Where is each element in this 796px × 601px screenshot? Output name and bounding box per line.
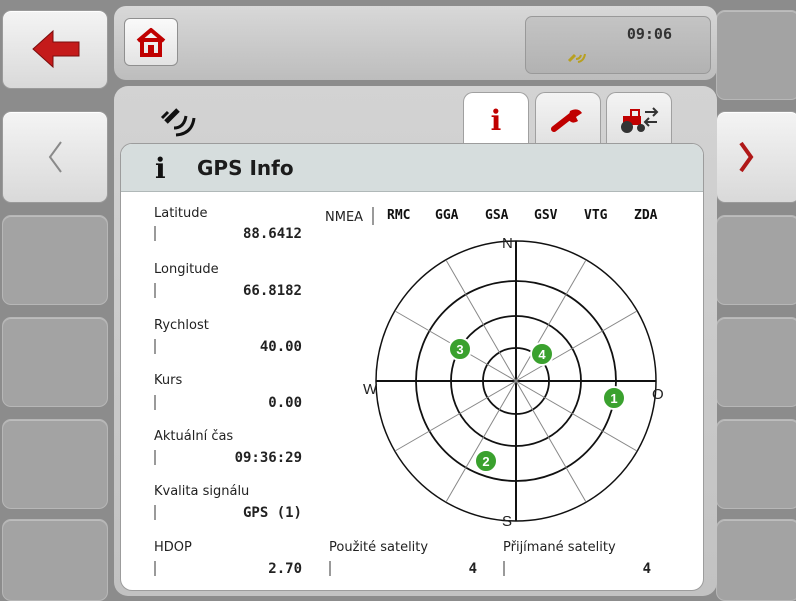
- satellite-marker-2: 2: [474, 449, 498, 473]
- nmea-gsv[interactable]: GSV: [534, 208, 557, 223]
- wrench-icon: [551, 109, 582, 132]
- satellite-marker-3: 3: [448, 337, 472, 361]
- speed-bar: [154, 339, 156, 354]
- nmea-rmc[interactable]: RMC: [387, 208, 410, 223]
- longitude-value: 66.8182: [242, 283, 302, 299]
- current-time-label: Aktuální čas: [154, 429, 234, 444]
- nmea-label: NMEA: [325, 210, 364, 225]
- softkey-left-6[interactable]: [2, 519, 108, 601]
- softkey-left-4[interactable]: [2, 317, 108, 407]
- compass-o: O: [652, 386, 664, 403]
- next-button[interactable]: [716, 111, 796, 203]
- latitude-label: Latitude: [154, 206, 208, 221]
- compass-n: N: [502, 235, 513, 252]
- radial-line: [394, 380, 517, 452]
- tab-tractor[interactable]: [606, 92, 672, 147]
- softkey-left-3[interactable]: [2, 215, 108, 305]
- satellite-marker-1: 1: [602, 386, 626, 410]
- used-satellites-label: Použité satelity: [329, 540, 429, 555]
- longitude-label: Longitude: [154, 262, 219, 277]
- arrow-left-icon: [32, 29, 80, 69]
- softkey-right-4[interactable]: [716, 317, 796, 407]
- radial-line: [445, 380, 517, 503]
- radial-line: [445, 259, 517, 382]
- chevron-left-icon: [48, 141, 62, 173]
- info-icon: i: [490, 103, 502, 137]
- card-title: GPS Info: [197, 156, 294, 180]
- latitude-value: 88.6412: [242, 226, 302, 242]
- satellite-id-1: 1: [610, 391, 617, 406]
- tab-info[interactable]: i: [463, 92, 529, 147]
- satellite-id-4: 4: [538, 347, 546, 362]
- satellite-marker-4: 4: [530, 342, 554, 366]
- longitude-bar: [154, 283, 156, 298]
- hdop-bar: [154, 561, 156, 576]
- hdop-label: HDOP: [154, 540, 192, 555]
- chevron-right-icon: [739, 141, 754, 173]
- nmea-vtg[interactable]: VTG: [584, 208, 607, 223]
- nmea-divider: [372, 207, 374, 225]
- satellite-id-3: 3: [456, 342, 463, 357]
- heading-bar: [154, 395, 156, 410]
- home-button[interactable]: [124, 18, 178, 66]
- latitude-bar: [154, 226, 156, 241]
- tractor-settings-icon: [621, 107, 659, 133]
- softkey-right-6[interactable]: [716, 519, 796, 601]
- signal-quality-value: GPS (1): [242, 505, 302, 521]
- received-satellites-bar: [503, 561, 505, 576]
- previous-button[interactable]: [2, 111, 108, 203]
- softkey-left-5[interactable]: [2, 419, 108, 509]
- current-time-value: 09:36:29: [234, 450, 302, 466]
- received-satellites-label: Přijímané satelity: [503, 540, 616, 555]
- tab-settings[interactable]: [535, 92, 601, 147]
- current-time-bar: [154, 450, 156, 465]
- heading-label: Kurs: [154, 373, 183, 388]
- hdop-value: 2.70: [268, 561, 302, 577]
- compass-w: W: [363, 381, 378, 398]
- signal-quality-bar: [154, 505, 156, 520]
- compass-s: S: [502, 513, 512, 530]
- card-header: i GPS Info: [121, 144, 703, 192]
- heading-value: 0.00: [268, 395, 302, 411]
- speed-value: 40.00: [259, 339, 302, 355]
- signal-quality-label: Kvalita signálu: [154, 484, 250, 499]
- nmea-gga[interactable]: GGA: [435, 208, 458, 223]
- used-satellites-bar: [329, 561, 331, 576]
- received-satellites-value: 4: [642, 561, 651, 577]
- used-satellites-value: 4: [468, 561, 477, 577]
- satellite-icon: [160, 108, 196, 137]
- status-panel: 09:06: [525, 16, 711, 74]
- clock-time: 09:06: [626, 25, 672, 43]
- satellite-id-2: 2: [482, 454, 489, 469]
- softkey-right-3[interactable]: [716, 215, 796, 305]
- radial-line: [515, 380, 587, 503]
- info-icon: i: [155, 152, 166, 185]
- gps-signal-icon: [567, 53, 586, 63]
- radial-line: [515, 259, 587, 382]
- speed-label: Rychlost: [154, 318, 209, 333]
- back-button[interactable]: [2, 10, 108, 89]
- home-icon: [136, 28, 166, 57]
- nmea-gsa[interactable]: GSA: [485, 208, 508, 223]
- softkey-right-5[interactable]: [716, 419, 796, 509]
- softkey-right-1[interactable]: [716, 10, 796, 100]
- nmea-zda[interactable]: ZDA: [634, 208, 657, 223]
- satellite-sky-plot: N S W O 1 2 3 4: [363, 235, 664, 530]
